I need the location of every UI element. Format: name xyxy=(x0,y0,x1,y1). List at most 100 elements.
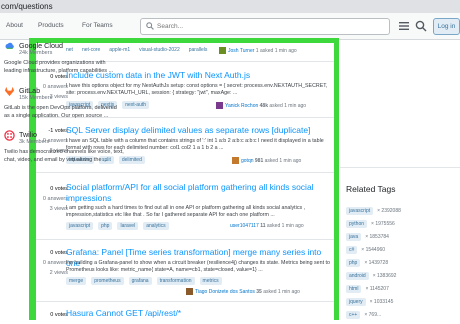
asked-time: asked 1 min ago xyxy=(266,223,304,229)
related-tag[interactable]: html xyxy=(346,284,362,293)
answer-count: 0 answers xyxy=(42,196,68,202)
related-tag[interactable]: android xyxy=(346,271,369,280)
avatar[interactable] xyxy=(186,288,193,295)
view-count: 2 views xyxy=(49,270,68,276)
tag[interactable]: merge xyxy=(66,277,87,285)
collective-name[interactable]: GitLab xyxy=(19,86,40,95)
question-stats: 0 votes xyxy=(36,310,68,320)
related-tag-count: × 1383692 xyxy=(372,272,397,279)
asked-time: asked 1 min ago xyxy=(263,288,300,295)
view-count: 3 views xyxy=(49,206,68,212)
tag[interactable]: next-auth xyxy=(122,101,150,109)
question-separator xyxy=(36,239,334,240)
question-tags: merge prometheus grafana transformation metr… xyxy=(66,277,227,285)
user-reputation: 48k xyxy=(259,102,268,109)
avatar[interactable] xyxy=(232,157,239,164)
related-tag-count: × 1544960 xyxy=(361,246,386,253)
related-tag-row: c# × 1544960 xyxy=(346,241,386,254)
tag[interactable]: php xyxy=(98,222,113,230)
related-tag-row: javascript × 2392088 xyxy=(346,202,401,215)
related-tag-count: × 1853784 xyxy=(365,233,389,240)
collective-members: 15k Members xyxy=(19,95,53,101)
collective-description: GitLab is the open DevOps platform, deli… xyxy=(4,105,117,119)
question-separator xyxy=(36,172,334,173)
question-title[interactable]: Hasura Cannot GET /api/rest/* xyxy=(66,308,331,319)
user-name[interactable]: Josh Turner xyxy=(228,48,254,54)
related-tag-row: jquery × 1033145 xyxy=(346,293,393,306)
twilio-logo-icon xyxy=(4,130,15,141)
question-user-meta: Tiago Donizete dos Santos 35 asked 1 min… xyxy=(186,288,300,295)
related-tag[interactable]: python xyxy=(346,219,368,228)
vote-count: 0 votes xyxy=(50,250,68,256)
collective-google-cloud[interactable]: Google Cloud 24k Members Google Cloud pr… xyxy=(4,41,120,81)
left-nav-gutter xyxy=(0,41,30,320)
question-title[interactable]: Social platform/API for all social platf… xyxy=(66,182,331,203)
related-tag[interactable]: javascript xyxy=(346,206,374,215)
url-text: com/questions xyxy=(1,2,53,11)
related-tag-count: × 1975556 xyxy=(371,220,395,227)
collective-gitlab[interactable]: GitLab 15k Members GitLab is the open De… xyxy=(4,86,120,126)
login-button[interactable]: Log in xyxy=(433,18,460,35)
question-user-meta: gotqn 981 asked 1 min ago xyxy=(232,157,301,164)
gitlab-logo-icon xyxy=(4,86,15,97)
question-tags: javascript php laravel analytics xyxy=(66,222,174,230)
user-reputation: 11 xyxy=(260,223,266,229)
search-box[interactable] xyxy=(140,18,390,35)
related-tag-count: × 1439728 xyxy=(364,259,389,266)
question-user-meta: user1047117 11 asked 1 min ago xyxy=(230,223,304,229)
question-separator xyxy=(36,301,334,302)
user-name[interactable]: Yanick Rochon xyxy=(225,103,258,109)
avatar[interactable] xyxy=(219,47,226,54)
search-toggle-icon[interactable] xyxy=(414,19,428,33)
site-header: About Products For Teams Log in xyxy=(0,13,460,40)
vote-count: 0 votes xyxy=(50,186,68,192)
tag[interactable]: transformation xyxy=(156,277,195,285)
hamburger-menu-icon[interactable] xyxy=(397,19,411,33)
question-list: net net-core apple-m1 visual-studio-2022 par… xyxy=(36,43,334,320)
question-user-meta: Yanick Rochon 48k asked 1 min ago xyxy=(216,102,306,109)
collective-name[interactable]: Google Cloud xyxy=(19,41,63,50)
question-excerpt: I am getting such a hard times to find o… xyxy=(66,205,306,218)
tag[interactable]: metrics xyxy=(199,277,222,285)
related-tag-row: c++ × 769... xyxy=(346,306,382,319)
related-tag-count: × 2392088 xyxy=(377,207,401,214)
related-tag-row: python × 1975556 xyxy=(346,215,395,228)
question-stats: 0 votes 0 answers 3 views xyxy=(36,184,68,214)
tag[interactable]: javascript xyxy=(66,222,94,230)
user-reputation: 981 xyxy=(254,157,264,164)
asked-time: asked 1 min ago xyxy=(269,102,307,109)
asked-time: 1 asked 1 min ago xyxy=(255,47,297,54)
nav-products[interactable]: Products xyxy=(38,22,64,29)
tag[interactable]: prometheus xyxy=(91,277,124,285)
related-tag[interactable]: c++ xyxy=(346,310,361,319)
vote-count: 0 votes xyxy=(50,312,68,318)
related-tag[interactable]: java xyxy=(346,232,362,241)
related-tag-row: html × 1145207 xyxy=(346,280,389,293)
top-question-user-meta: Josh Turner 1 asked 1 min ago xyxy=(219,47,297,54)
question-excerpt: I'm building a Grafana-panel to show whe… xyxy=(66,260,330,273)
collective-name[interactable]: Twilio xyxy=(19,130,37,139)
sidebar-divider xyxy=(340,167,460,168)
answer-count: 0 answers xyxy=(42,260,68,266)
tag[interactable]: laravel xyxy=(117,222,139,230)
related-tag[interactable]: php xyxy=(346,258,361,267)
search-input[interactable] xyxy=(157,20,382,33)
collective-twilio[interactable]: Twilio 3k Members Twilio has democratize… xyxy=(4,130,124,170)
related-tag-row: php × 1439728 xyxy=(346,254,389,267)
nav-about[interactable]: About xyxy=(6,22,23,29)
asked-time: asked 1 min ago xyxy=(264,157,302,164)
nav-for-teams[interactable]: For Teams xyxy=(82,22,113,29)
question-stats: 0 votes 0 answers 2 views xyxy=(36,248,68,278)
browser-address-bar[interactable]: com/questions xyxy=(0,0,460,13)
tag[interactable]: parallels xyxy=(189,47,208,53)
related-tag[interactable]: c# xyxy=(346,245,358,254)
tag[interactable]: grafana xyxy=(128,277,152,285)
avatar[interactable] xyxy=(216,102,223,109)
tag[interactable]: visual-studio-2022 xyxy=(139,47,180,53)
user-name[interactable]: gotqn xyxy=(241,158,254,164)
user-name[interactable]: user1047117 xyxy=(230,223,259,229)
related-tag[interactable]: jquery xyxy=(346,297,366,306)
user-name[interactable]: Tiago Donizete dos Santos xyxy=(195,289,255,295)
tag[interactable]: analytics xyxy=(143,222,169,230)
related-tag-count: × 769... xyxy=(364,311,382,318)
